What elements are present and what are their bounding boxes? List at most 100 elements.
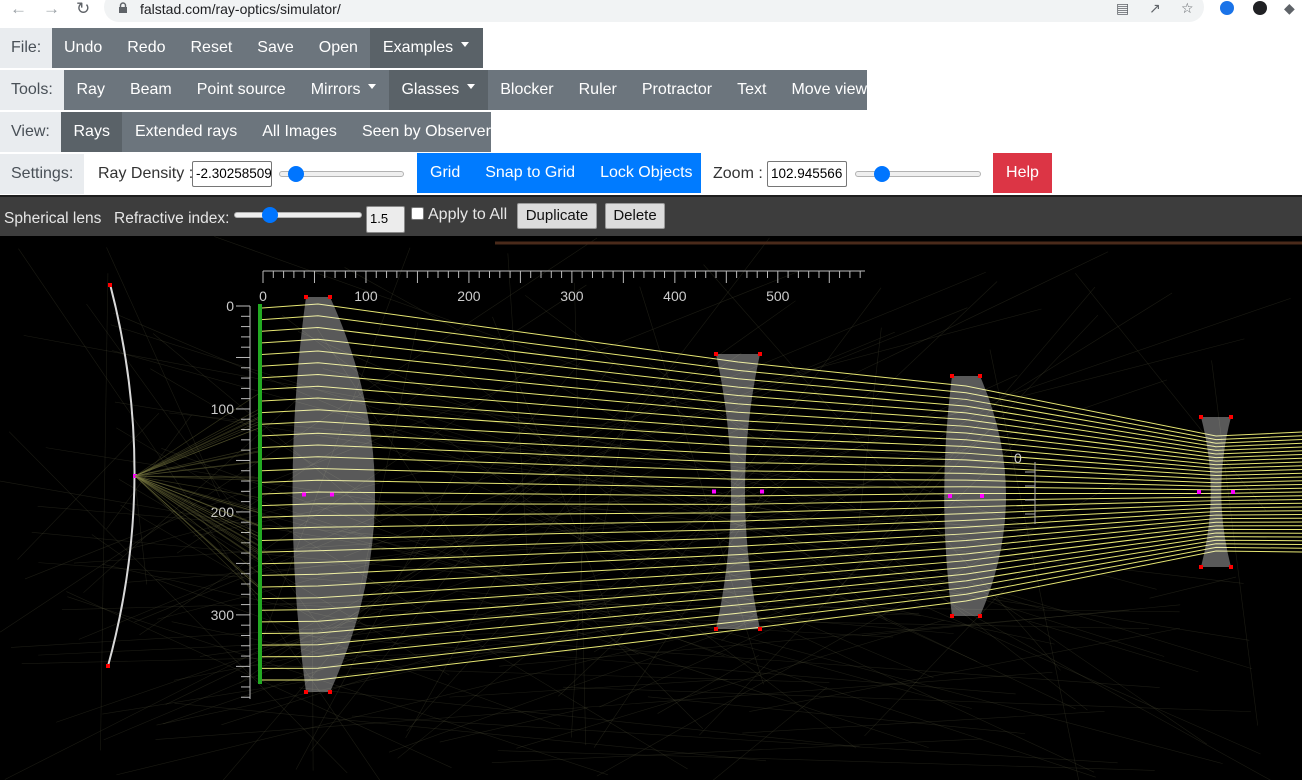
- lens-focal-handle[interactable]: [330, 492, 334, 497]
- ray-density-slider-thumb[interactable]: [287, 166, 304, 182]
- lens-focal-handle[interactable]: [712, 489, 716, 494]
- mirror-handle-top[interactable]: [108, 283, 112, 287]
- translate-icon[interactable]: ▤: [1116, 0, 1129, 16]
- lens-handle[interactable]: [304, 295, 308, 299]
- faint-ray: [749, 627, 1181, 712]
- lens-focal-handle[interactable]: [302, 492, 306, 497]
- concave-lens-2[interactable]: [716, 354, 760, 629]
- view-label: View:: [0, 112, 61, 152]
- extension-music-icon[interactable]: [1220, 1, 1234, 15]
- lens-handle[interactable]: [978, 614, 982, 618]
- point-source-tool-button[interactable]: Point source: [184, 70, 298, 110]
- help-button[interactable]: Help: [993, 153, 1052, 193]
- reload-icon[interactable]: ↻: [76, 0, 90, 18]
- v-ruler-label: 200: [211, 504, 235, 520]
- grid-toggle-button[interactable]: Grid: [417, 153, 473, 193]
- faint-ray: [712, 687, 828, 780]
- simulation-canvas[interactable]: 0 100 200 300 400 500 0 100 200 300 0: [0, 236, 1302, 780]
- delete-button[interactable]: Delete: [605, 203, 665, 229]
- lens-handle[interactable]: [714, 627, 718, 631]
- curved-mirror[interactable]: [107, 283, 136, 667]
- lens-handle[interactable]: [1199, 565, 1203, 569]
- undo-button[interactable]: Undo: [52, 28, 115, 68]
- extensions-puzzle-icon[interactable]: ◆: [1284, 0, 1295, 16]
- examples-dropdown[interactable]: Examples: [370, 28, 484, 68]
- faint-ray: [742, 711, 1105, 734]
- mirrors-dropdown[interactable]: Mirrors: [298, 70, 389, 110]
- faint-ray: [465, 638, 1160, 688]
- view-seen-by-observer-button[interactable]: Seen by Observer: [349, 112, 503, 152]
- mirrors-label: Mirrors: [310, 81, 361, 98]
- faint-ray: [370, 608, 768, 662]
- glasses-dropdown[interactable]: Glasses: [388, 70, 488, 110]
- apply-to-all-label: Apply to All: [428, 206, 508, 223]
- lens-handle[interactable]: [328, 295, 332, 299]
- protractor-tool-button[interactable]: Protractor: [629, 70, 724, 110]
- move-view-tool-button[interactable]: Move view: [779, 70, 880, 110]
- lens-handle[interactable]: [328, 690, 332, 694]
- refractive-index-slider-track[interactable]: [234, 212, 362, 218]
- open-button[interactable]: Open: [306, 28, 370, 68]
- lens-handle[interactable]: [714, 352, 718, 356]
- faint-ray: [344, 267, 1271, 780]
- faint-ray: [491, 738, 982, 764]
- save-button[interactable]: Save: [245, 28, 306, 68]
- ruler-tool-button[interactable]: Ruler: [566, 70, 629, 110]
- ray-tool-button[interactable]: Ray: [64, 70, 117, 110]
- redo-button[interactable]: Redo: [115, 28, 178, 68]
- file-menu-group: Undo Redo Reset Save Open Examples: [52, 28, 484, 68]
- lens-handle[interactable]: [1229, 415, 1233, 419]
- view-all-images-button[interactable]: All Images: [250, 112, 350, 152]
- faint-ray: [222, 362, 581, 780]
- lens-handle[interactable]: [758, 352, 762, 356]
- lens-handle[interactable]: [758, 627, 762, 631]
- url-text[interactable]: falstad.com/ray-optics/simulator/: [140, 1, 341, 17]
- faint-ray: [351, 715, 1118, 764]
- lock-objects-toggle-button[interactable]: Lock Objects: [588, 153, 705, 193]
- text-tool-button[interactable]: Text: [725, 70, 779, 110]
- h-ruler-label: 0: [259, 288, 267, 304]
- zoom-slider-thumb[interactable]: [873, 166, 890, 182]
- blocker-tool-button[interactable]: Blocker: [488, 70, 566, 110]
- view-extended-rays-button[interactable]: Extended rays: [122, 112, 249, 152]
- lens-handle[interactable]: [950, 374, 954, 378]
- apply-to-all-checkbox[interactable]: [411, 207, 424, 220]
- duplicate-button[interactable]: Duplicate: [517, 203, 597, 229]
- extension-w-icon[interactable]: [1253, 1, 1267, 15]
- beam-source[interactable]: [258, 304, 262, 684]
- lens-handle[interactable]: [304, 690, 308, 694]
- faint-ray: [91, 534, 124, 557]
- lens-focal-handle[interactable]: [980, 494, 984, 498]
- share-icon[interactable]: ↗: [1149, 0, 1161, 16]
- settings-toggle-group: Grid Snap to Grid Lock Objects: [417, 153, 701, 193]
- zoom-input[interactable]: 102.945566: [767, 161, 847, 187]
- faint-ray: [449, 361, 700, 570]
- back-arrow-icon[interactable]: ←: [10, 0, 27, 18]
- reset-button[interactable]: Reset: [178, 28, 245, 68]
- lens-focal-handle[interactable]: [948, 494, 952, 498]
- lens-handle[interactable]: [950, 614, 954, 618]
- ray-path: [261, 409, 1302, 469]
- faint-ray: [116, 618, 763, 776]
- refractive-index-slider-thumb[interactable]: [262, 207, 278, 223]
- lens-handle[interactable]: [978, 374, 982, 378]
- refractive-index-input[interactable]: 1.5: [366, 206, 405, 233]
- snap-to-grid-toggle-button[interactable]: Snap to Grid: [473, 153, 588, 193]
- mirror-handle-bottom[interactable]: [106, 664, 110, 668]
- lens-focal-handle[interactable]: [1231, 490, 1235, 494]
- object-properties-bar: Spherical lens Refractive index: 1.5 App…: [0, 195, 1302, 236]
- forward-arrow-icon[interactable]: →: [43, 0, 60, 18]
- view-rays-button[interactable]: Rays: [61, 112, 123, 152]
- horizontal-ruler[interactable]: 0 100 200 300 400 500: [259, 270, 865, 304]
- bookmark-star-icon[interactable]: ☆: [1181, 0, 1194, 16]
- ray-density-input[interactable]: -2.3025850929940455: [192, 161, 272, 187]
- lens-focal-handle[interactable]: [760, 489, 764, 494]
- ray-path: [261, 510, 1302, 553]
- lens-focal-handle[interactable]: [1197, 490, 1201, 494]
- optics-scene[interactable]: 0 100 200 300 400 500 0 100 200 300 0: [0, 236, 1302, 780]
- convex-lens-3[interactable]: [944, 376, 1006, 616]
- lens-handle[interactable]: [1229, 565, 1233, 569]
- faint-ray: [229, 500, 1223, 764]
- beam-tool-button[interactable]: Beam: [117, 70, 184, 110]
- lens-handle[interactable]: [1199, 415, 1203, 419]
